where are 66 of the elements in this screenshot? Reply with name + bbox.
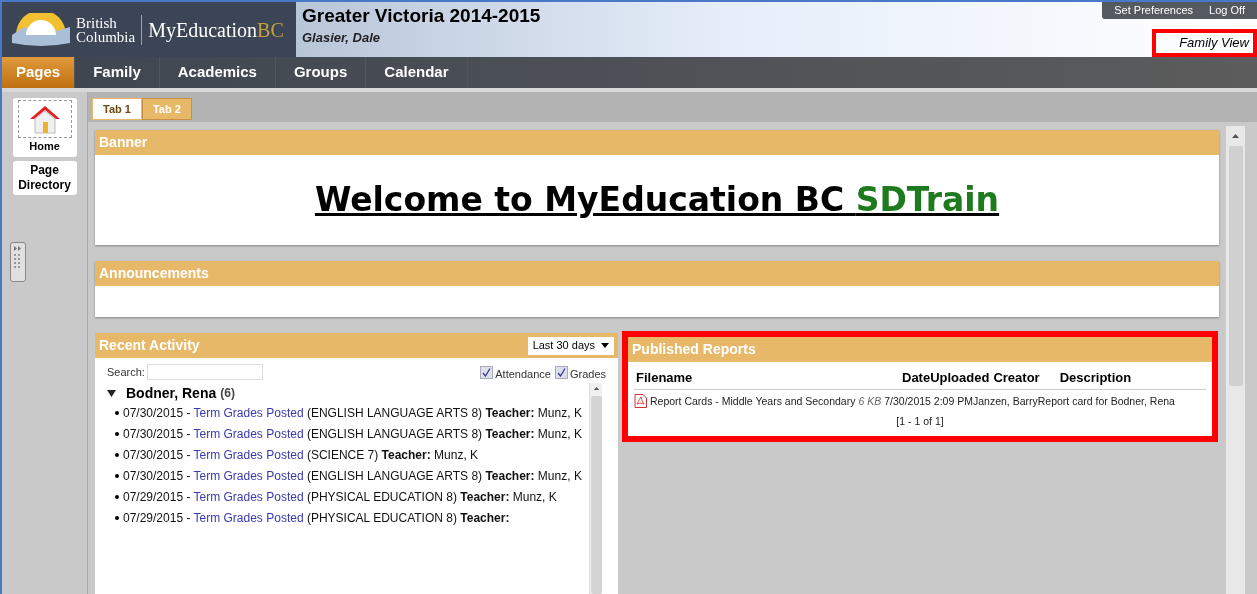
table-cell-text: Janzen, Barry [972, 393, 1038, 409]
activity-entry: 07/30/2015 - Term Grades Posted (ENGLISH LANGUAGE ARTS 8) Teacher: Munz, K [123, 404, 582, 421]
pdf-file-icon [634, 394, 647, 409]
bullet-icon [115, 473, 119, 478]
activity-link[interactable]: Term Grades Posted [193, 468, 304, 483]
activity-link[interactable]: Term Grades Posted [193, 447, 304, 462]
search-label: Search: [107, 365, 145, 380]
student-name: Bodner, Rena [126, 383, 217, 403]
file-size: 6 KB [858, 393, 882, 409]
user-name: Glasier, Dale [302, 29, 382, 47]
triangle-down-icon[interactable] [107, 388, 116, 398]
section-header: Banner [95, 130, 1219, 155]
bullet-icon [115, 452, 119, 457]
welcome-heading: Welcome to MyEducation BC SDTrain [314, 179, 1000, 222]
double-chevron-icon [14, 246, 22, 251]
column-header: Filename [636, 369, 694, 387]
checkbox-label: Attendance [495, 367, 551, 382]
home-button[interactable]: Home [12, 98, 77, 157]
activity-link[interactable]: Term Grades Posted [193, 489, 304, 504]
sun-logo-icon [12, 12, 70, 47]
header-link[interactable]: Set Preferences [1114, 2, 1194, 19]
column-header: DateUploaded [902, 369, 990, 387]
student-count: (6) [220, 385, 235, 402]
check-icon [482, 367, 492, 377]
scrollbar[interactable] [1225, 126, 1245, 594]
arrow-up-icon [1232, 134, 1239, 138]
activity-entry: 07/30/2015 - Term Grades Posted (ENGLISH LANGUAGE ARTS 8) Teacher: Munz, K [123, 425, 582, 442]
check-icon [556, 367, 566, 377]
section-header: Published Reports [628, 337, 1212, 362]
column-header: Creator [993, 369, 1040, 387]
checkbox-label: Grades [569, 367, 606, 382]
page-tab[interactable]: Tab 1 [92, 98, 142, 120]
bullet-icon [115, 494, 119, 499]
arrow-up-icon [592, 386, 600, 391]
logo-text: Columbia [76, 29, 136, 44]
page-directory-button[interactable]: Page Directory [12, 160, 77, 195]
view-label[interactable]: Family View [1179, 32, 1249, 52]
checkbox[interactable] [480, 365, 494, 379]
column-header: Description [1059, 369, 1132, 387]
grip-icon [14, 254, 22, 268]
header-link[interactable]: Log Off [1209, 2, 1245, 19]
bullet-icon [115, 410, 119, 415]
school-title: Greater Victoria 2014-2015 [302, 4, 541, 28]
activity-link[interactable]: Term Grades Posted [193, 405, 304, 420]
activity-entry: 07/30/2015 - Term Grades Posted (ENGLISH LANGUAGE ARTS 8) Teacher: Munz, K [123, 467, 582, 484]
caret-icon [601, 343, 609, 348]
search-field[interactable] [146, 364, 263, 381]
bullet-icon [115, 515, 119, 520]
table-cell-text: Report card for Bodner, Rena [1037, 393, 1175, 409]
activity-entry: 07/29/2015 - Term Grades Posted (PHYSICAL EDUCATION 8) Teacher: [123, 509, 510, 526]
range-dropdown[interactable]: Last 30 days [527, 336, 614, 355]
logo-text: British [76, 15, 118, 30]
scrollbar[interactable] [589, 382, 602, 594]
expand-handle[interactable] [10, 242, 26, 282]
table-cell-text: 7/30/2015 2:09 PM [884, 393, 973, 409]
activity-entry: 07/29/2015 - Term Grades Posted (PHYSICAL EDUCATION 8) Teacher: Munz, K [123, 488, 557, 505]
bullet-icon [115, 431, 119, 436]
activity-link[interactable]: Term Grades Posted [193, 426, 304, 441]
file-link[interactable]: Report Cards - Middle Years and Secondary [650, 393, 856, 410]
activity-link[interactable]: Term Grades Posted [193, 510, 304, 525]
activity-entry: 07/30/2015 - Term Grades Posted (SCIENCE 7) Teacher: Munz, K [123, 446, 479, 463]
checkbox[interactable] [554, 365, 568, 379]
pager-text: [1 - 1 of 1] [896, 414, 944, 430]
section-header: Announcements [95, 261, 1219, 286]
section-header: Recent Activity [99, 336, 200, 355]
brand-name: MyEducationBC [148, 17, 284, 44]
